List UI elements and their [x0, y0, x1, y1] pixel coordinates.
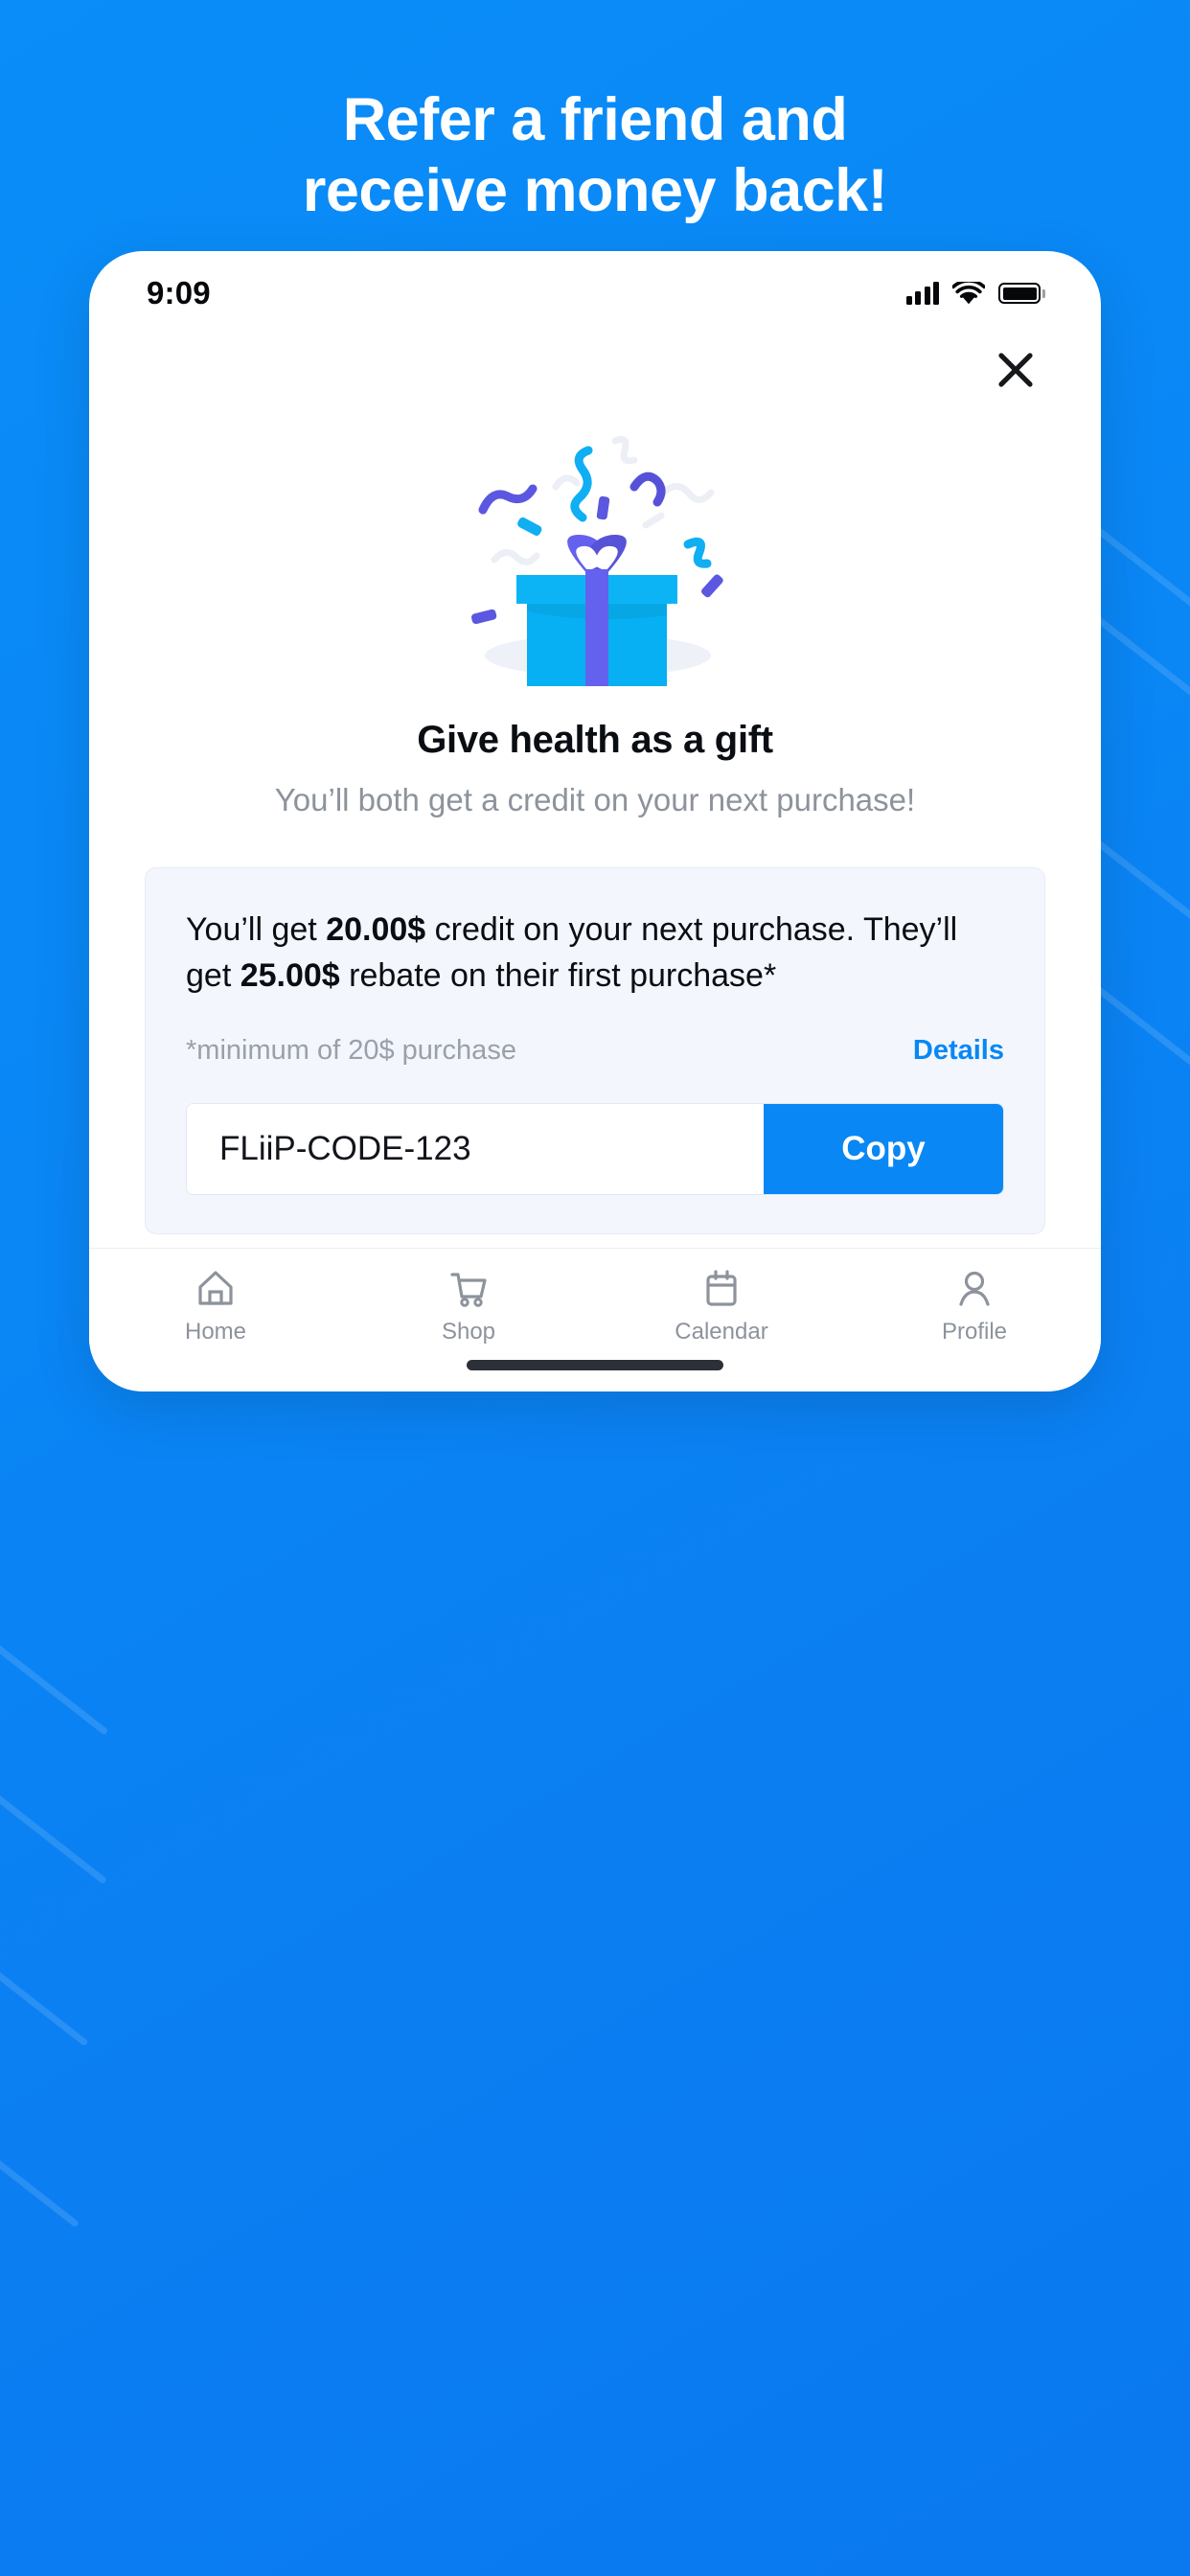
battery-full-icon	[998, 283, 1045, 304]
decor-line	[0, 1572, 107, 1885]
tab-profile-label: Profile	[941, 1319, 1008, 1345]
tab-calendar-label: Calendar	[675, 1319, 768, 1345]
tab-home[interactable]: Home	[89, 1266, 342, 1346]
person-icon	[959, 1271, 990, 1306]
gift-box-confetti-illustration	[145, 414, 1045, 696]
cellular-bars-icon	[905, 282, 939, 305]
phone-mockup: 9:09 Give health as a gift You’ll both g…	[89, 251, 1101, 1392]
promo-headline: Refer a friend and receive money back!	[0, 84, 1190, 227]
tab-profile[interactable]: Profile	[848, 1266, 1101, 1346]
copy-button[interactable]: Copy	[764, 1104, 1003, 1195]
modal-header	[89, 326, 1101, 414]
tab-shop-label: Shop	[441, 1319, 496, 1345]
decor-line	[1085, 978, 1190, 1196]
offer-fine-print: *minimum of 20$ purchase	[186, 1035, 516, 1067]
decor-line	[0, 1974, 80, 2228]
status-bar-icons	[905, 281, 1045, 306]
home-icon	[198, 1271, 233, 1305]
offer-text-part-3: rebate on their first purchase*	[339, 956, 777, 994]
referral-sheet: Give health as a gift You’ll both get a …	[89, 414, 1101, 1248]
offer-amount-friend: 25.00$	[240, 956, 340, 994]
decor-line	[0, 1399, 109, 1736]
status-bar-clock: 9:09	[147, 275, 211, 310]
referral-code-input[interactable]	[187, 1104, 764, 1195]
offer-fine-row: *minimum of 20$ purchase Details	[186, 1035, 1004, 1067]
calendar-icon	[706, 1270, 737, 1306]
headline-line-1: Refer a friend and	[342, 86, 848, 153]
wifi-icon	[952, 281, 985, 304]
offer-text-part-1: You’ll get	[186, 910, 327, 948]
page-subtitle: You’ll both get a credit on your next pu…	[274, 782, 916, 817]
close-icon[interactable]	[988, 342, 1043, 398]
page-title: Give health as a gift	[417, 719, 773, 761]
offer-card: You’ll get 20.00$ credit on your next pu…	[145, 866, 1045, 1235]
referral-code-row: Copy	[186, 1103, 1004, 1196]
shopping-cart-icon	[450, 1273, 487, 1307]
offer-description: You’ll get 20.00$ credit on your next pu…	[186, 907, 1004, 1000]
offer-amount-user: 20.00$	[326, 910, 426, 948]
details-link[interactable]: Details	[913, 1035, 1004, 1067]
tab-calendar[interactable]: Calendar	[595, 1266, 848, 1346]
home-indicator	[467, 1360, 723, 1370]
tab-home-label: Home	[184, 1319, 247, 1345]
status-bar: 9:09	[89, 251, 1101, 326]
tab-shop[interactable]: Shop	[342, 1266, 595, 1346]
headline-line-2: receive money back!	[302, 157, 888, 225]
